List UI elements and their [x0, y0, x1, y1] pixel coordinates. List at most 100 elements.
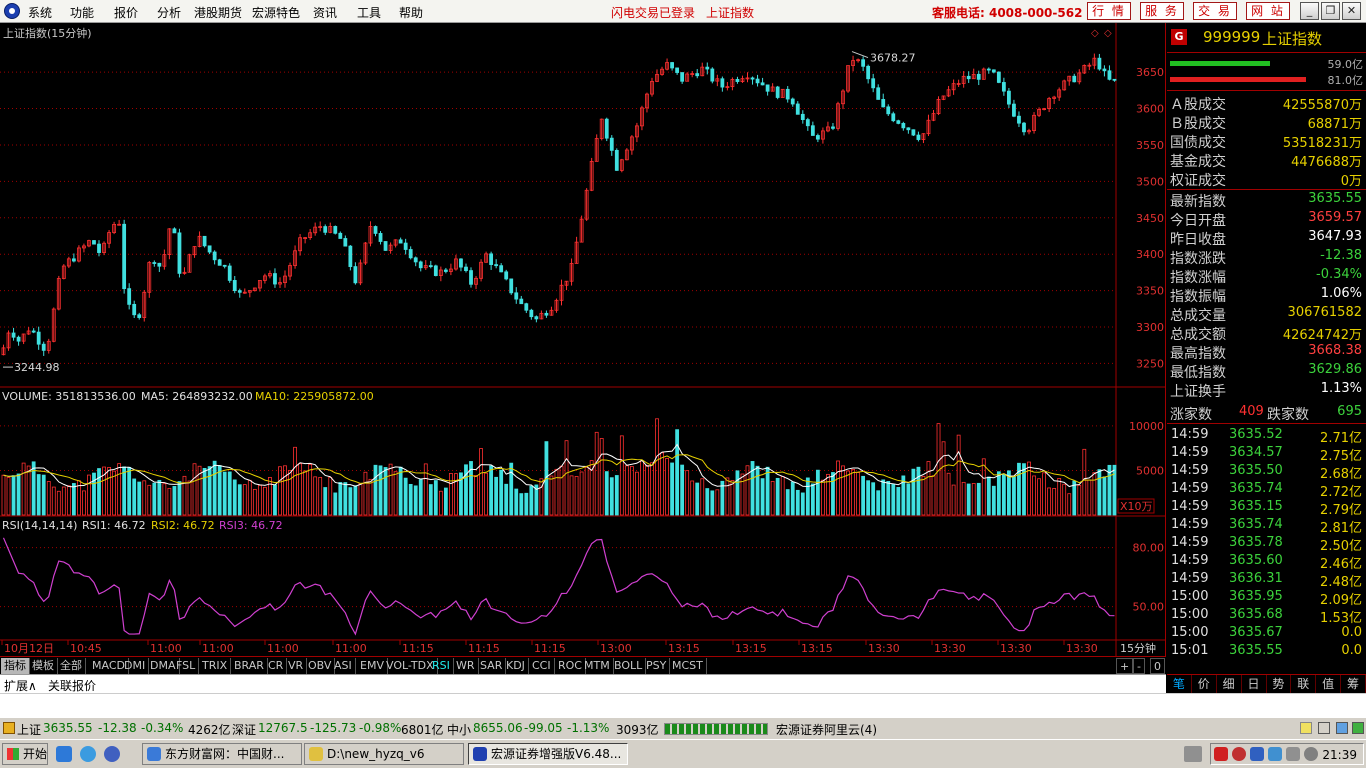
indicator-tab-vr[interactable]: VR	[285, 658, 308, 674]
indicator-tab-dmi[interactable]: DMI	[121, 658, 150, 674]
tray-red-icon[interactable]	[1214, 747, 1228, 761]
indicator-tab-fsl[interactable]: FSL	[173, 658, 200, 674]
indicator-tab-kdj[interactable]: KDJ	[503, 658, 529, 674]
website-button[interactable]: 网 站	[1246, 2, 1290, 20]
volume-bar	[308, 464, 313, 516]
tick-row[interactable]: 15:00 3635.67 0.0	[1167, 624, 1366, 642]
tick-row[interactable]: 15:00 3635.95 2.09亿	[1167, 588, 1366, 608]
panel-tab[interactable]: 势	[1267, 675, 1292, 693]
zoom-in-button[interactable]: +	[1116, 658, 1134, 674]
indicator-tab-boll[interactable]: BOLL	[611, 658, 647, 674]
candle-body	[861, 59, 866, 67]
candle-body	[1022, 122, 1026, 133]
price-tick-label: 3650	[1136, 66, 1164, 79]
menu-system[interactable]: 系统	[28, 4, 52, 21]
indicator-tab-全部[interactable]: 全部	[57, 658, 86, 674]
zx-price: 8655.06	[473, 721, 523, 735]
close-icon[interactable]: ✕	[1342, 2, 1361, 20]
stat-row: Ｂ股成交 68871万	[1167, 112, 1366, 132]
menu-tools[interactable]: 工具	[357, 4, 381, 21]
expand-toggle[interactable]: 扩展∧	[4, 677, 37, 694]
panel-tab[interactable]: 笔	[1167, 675, 1192, 693]
indicator-tab-asi[interactable]: ASI	[331, 658, 356, 674]
menu-help[interactable]: 帮助	[399, 4, 423, 21]
desktop-icon[interactable]	[56, 746, 72, 762]
index-bar-icon[interactable]	[3, 722, 15, 734]
tick-row[interactable]: 14:59 3634.57 2.75亿	[1167, 444, 1366, 464]
volume-bar	[207, 466, 212, 516]
tick-row[interactable]: 14:59 3635.74 2.72亿	[1167, 480, 1366, 500]
menu-function[interactable]: 功能	[70, 4, 94, 21]
tray-volume-icon[interactable]	[1286, 747, 1300, 761]
tray-misc-icon[interactable]	[1304, 747, 1318, 761]
indicator-tab-cr[interactable]: CR	[265, 658, 288, 674]
indicator-tab-模板[interactable]: 模板	[29, 658, 58, 674]
start-button[interactable]: 开始	[2, 743, 48, 765]
indicator-tab-rsi[interactable]: RSI	[429, 658, 454, 674]
panel-tab[interactable]: 价	[1192, 675, 1217, 693]
panel-tab[interactable]: 筹	[1341, 675, 1366, 693]
volume-bar	[263, 486, 267, 516]
indicator-tab-cci[interactable]: CCI	[529, 658, 555, 674]
tick-row[interactable]: 14:59 3635.74 2.81亿	[1167, 516, 1366, 536]
tick-row[interactable]: 14:59 3635.50 2.68亿	[1167, 462, 1366, 482]
app-quick-icon[interactable]	[104, 746, 120, 762]
panel-tab[interactable]: 联	[1291, 675, 1317, 693]
tick-row[interactable]: 14:59 3635.52 2.71亿	[1167, 426, 1366, 446]
menu-analysis[interactable]: 分析	[157, 4, 181, 21]
minimize-icon[interactable]: _	[1300, 2, 1319, 20]
tick-row[interactable]: 14:59 3636.31 2.48亿	[1167, 570, 1366, 590]
task-browser[interactable]: 东方财富网：中国财...	[142, 743, 302, 765]
lock-icon[interactable]	[1300, 722, 1312, 734]
candle-body	[348, 245, 353, 267]
stat-row: 权证成交 0万	[1167, 169, 1366, 189]
tick-row[interactable]: 15:01 3635.55 0.0	[1167, 642, 1366, 660]
indicator-tab-mtm[interactable]: MTM	[581, 658, 614, 674]
indicator-tab-psy[interactable]: PSY	[643, 658, 671, 674]
app-logo-icon[interactable]	[4, 3, 20, 19]
indicator-tab-mcst[interactable]: MCST	[669, 658, 707, 674]
market-button[interactable]: 行 情	[1087, 2, 1131, 20]
panel-tab[interactable]: 细	[1217, 675, 1242, 693]
volume-bar	[609, 477, 614, 516]
candle-body	[609, 137, 614, 151]
keyboard-icon[interactable]	[1184, 746, 1202, 762]
indicator-tab-wr[interactable]: WR	[453, 658, 479, 674]
task-hongyuan[interactable]: 宏源证券增强版V6.48...	[468, 743, 628, 765]
trade-button[interactable]: 交 易	[1193, 2, 1237, 20]
menu-news[interactable]: 资讯	[313, 4, 337, 21]
reset-button[interactable]: 0	[1150, 658, 1165, 674]
indicator-tab-trix[interactable]: TRIX	[199, 658, 232, 674]
candle-body	[1001, 82, 1006, 92]
indicator-tab-sar[interactable]: SAR	[477, 658, 507, 674]
restore-icon[interactable]: ❐	[1321, 2, 1340, 20]
service-button[interactable]: 服 务	[1140, 2, 1184, 20]
sh-name[interactable]: 上证	[17, 721, 41, 738]
tick-row[interactable]: 14:59 3635.78 2.50亿	[1167, 534, 1366, 554]
indicator-tab-指标[interactable]: 指标	[1, 658, 30, 674]
zx-name[interactable]: 中小	[447, 721, 471, 738]
menu-quotes[interactable]: 报价	[114, 4, 138, 21]
task-folder[interactable]: D:\new_hyzq_v6	[304, 743, 464, 765]
tick-row[interactable]: 14:59 3635.15 2.79亿	[1167, 498, 1366, 518]
tick-row[interactable]: 15:00 3635.68 1.53亿	[1167, 606, 1366, 626]
tray-network-icon[interactable]	[1268, 747, 1282, 761]
tray-blue-icon[interactable]	[1250, 747, 1264, 761]
kline-chart-area[interactable]: 3650 3600 3550 3500 3450 3400 3350 3300 3250 上证指数…	[0, 23, 1166, 673]
panel-tab[interactable]: 日	[1242, 675, 1267, 693]
candle-body	[795, 103, 800, 115]
menu-hk-futures[interactable]: 港股期货	[194, 4, 242, 21]
menu-hongyuan[interactable]: 宏源特色	[252, 4, 300, 21]
zoom-out-button[interactable]: -	[1133, 658, 1145, 674]
panel-tab[interactable]: 值	[1316, 675, 1342, 693]
tick-price: 3635.67	[1229, 625, 1283, 640]
volume-bar	[26, 465, 31, 516]
ie-icon[interactable]	[80, 746, 96, 762]
volume-bar	[916, 466, 921, 516]
tick-row[interactable]: 14:59 3635.60 2.46亿	[1167, 552, 1366, 572]
tray-antivirus-icon[interactable]	[1232, 747, 1246, 761]
sz-name[interactable]: 深证	[232, 721, 256, 738]
chart-svg[interactable]: 3650 3600 3550 3500 3450 3400 3350 3300 3250 上证指数…	[0, 23, 1166, 656]
indicator-tab-brar[interactable]: BRAR	[231, 658, 268, 674]
related-quotes-tab[interactable]: 关联报价	[48, 677, 96, 694]
